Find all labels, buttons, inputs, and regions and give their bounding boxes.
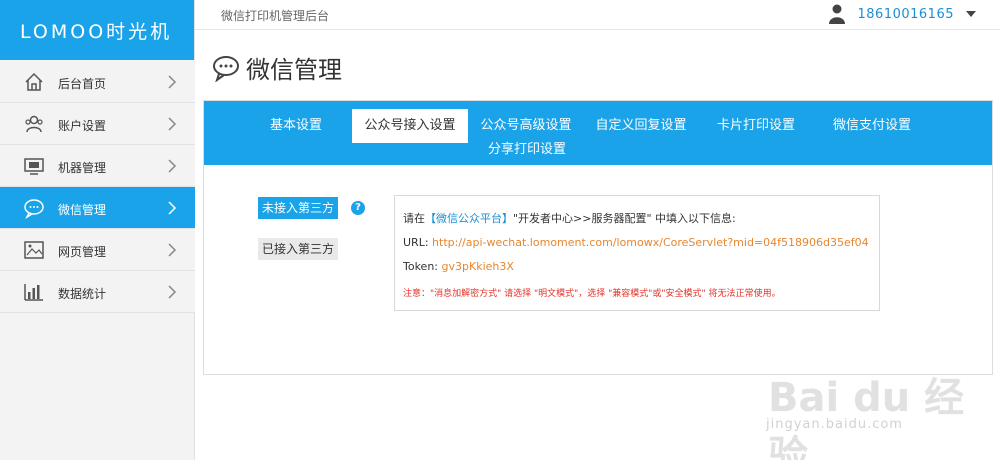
not-connected-button[interactable]: 未接入第三方: [258, 197, 339, 219]
chevron-right-icon: [168, 285, 177, 299]
sidebar-item-label: 后台首页: [58, 77, 107, 91]
url-label: URL:: [403, 236, 429, 249]
monitor-icon: [22, 154, 46, 178]
sidebar-item-stats[interactable]: 数据统计: [0, 271, 195, 313]
settings-card: 基本设置 公众号接入设置 公众号高级设置 自定义回复设置 卡片打印设置 微信支付…: [203, 100, 993, 375]
token-line: Token: gv3pKkieh3X: [403, 260, 514, 273]
bar-chart-icon: [22, 280, 46, 304]
server-config-info: 请在【微信公众平台】"开发者中心>>服务器配置" 中填入以下信息: URL: h…: [394, 195, 880, 311]
chat-icon: [22, 196, 46, 220]
wechat-platform-link[interactable]: 【微信公众平台】: [425, 212, 513, 225]
logo[interactable]: LOMOO时光机: [0, 0, 194, 60]
encryption-warning: 注意："消息加解密方式" 请选择 "明文模式"，选择 "兼容模式"或"安全模式"…: [403, 289, 781, 299]
sidebar-item-home[interactable]: 后台首页: [0, 61, 195, 103]
sidebar-item-web[interactable]: 网页管理: [0, 229, 195, 271]
token-label: Token:: [403, 260, 439, 273]
watermark-main: Bai du 经验: [768, 375, 965, 460]
sidebar-item-account[interactable]: 账户设置: [0, 103, 195, 145]
connected-button[interactable]: 已接入第三方: [258, 238, 339, 260]
sidebar-item-label: 机器管理: [58, 161, 107, 175]
token-value[interactable]: gv3pKkieh3X: [442, 260, 514, 273]
watermark-sub: jingyan.baidu.com: [766, 417, 903, 432]
top-header: 微信打印机管理后台 18610016165: [195, 0, 1000, 30]
sidebar-item-label: 网页管理: [58, 245, 107, 259]
users-icon: [22, 112, 46, 136]
page-title: 微信管理: [246, 56, 342, 84]
chevron-right-icon: [168, 243, 177, 257]
chevron-right-icon: [168, 117, 177, 131]
instruction-line: 请在【微信公众平台】"开发者中心>>服务器配置" 中填入以下信息:: [403, 210, 736, 226]
sidebar-item-machines[interactable]: 机器管理: [0, 145, 195, 187]
url-value[interactable]: http://api-wechat.lomoment.com/lomowx/Co…: [432, 236, 869, 249]
instruction-suffix: "开发者中心>>服务器配置" 中填入以下信息:: [513, 212, 736, 225]
sidebar-item-label: 数据统计: [58, 287, 107, 301]
sidebar-item-label: 账户设置: [58, 119, 107, 133]
tab-access-settings[interactable]: 公众号接入设置: [352, 109, 468, 143]
user-phone: 18610016165: [857, 6, 954, 22]
chat-bubble-icon: [213, 55, 239, 82]
sidebar: LOMOO时光机 后台首页 账户设置 机器管理 微信管理 网页管理 数据统计: [0, 0, 195, 460]
logo-text: LOMOO时光机: [20, 20, 173, 43]
tab-share-print-settings[interactable]: 分享打印设置: [477, 137, 577, 163]
tab-basic-settings[interactable]: 基本设置: [256, 109, 336, 143]
sidebar-item-wechat[interactable]: 微信管理: [0, 187, 195, 229]
tab-bar: 基本设置 公众号接入设置 公众号高级设置 自定义回复设置 卡片打印设置 微信支付…: [204, 101, 992, 165]
chevron-right-icon: [168, 159, 177, 173]
help-icon[interactable]: ?: [351, 201, 365, 215]
chevron-right-icon: [168, 75, 177, 89]
instruction-prefix: 请在: [403, 212, 425, 225]
baidu-watermark: Bai du 经验 jingyan.baidu.com: [760, 355, 995, 460]
caret-down-icon: [966, 11, 976, 17]
header-title: 微信打印机管理后台: [221, 9, 330, 23]
tab-card-print-settings[interactable]: 卡片打印设置: [710, 109, 802, 143]
tab-wechat-pay-settings[interactable]: 微信支付设置: [824, 109, 920, 143]
tab-auto-reply-settings[interactable]: 自定义回复设置: [589, 109, 693, 143]
sidebar-item-label: 微信管理: [58, 203, 107, 217]
url-line: URL: http://api-wechat.lomoment.com/lomo…: [403, 236, 869, 249]
user-icon: [828, 4, 845, 24]
chevron-right-icon: [168, 201, 177, 215]
home-icon: [22, 70, 46, 94]
page-heading: 微信管理: [212, 50, 342, 85]
image-icon: [22, 238, 46, 262]
user-menu[interactable]: 18610016165: [828, 3, 976, 25]
